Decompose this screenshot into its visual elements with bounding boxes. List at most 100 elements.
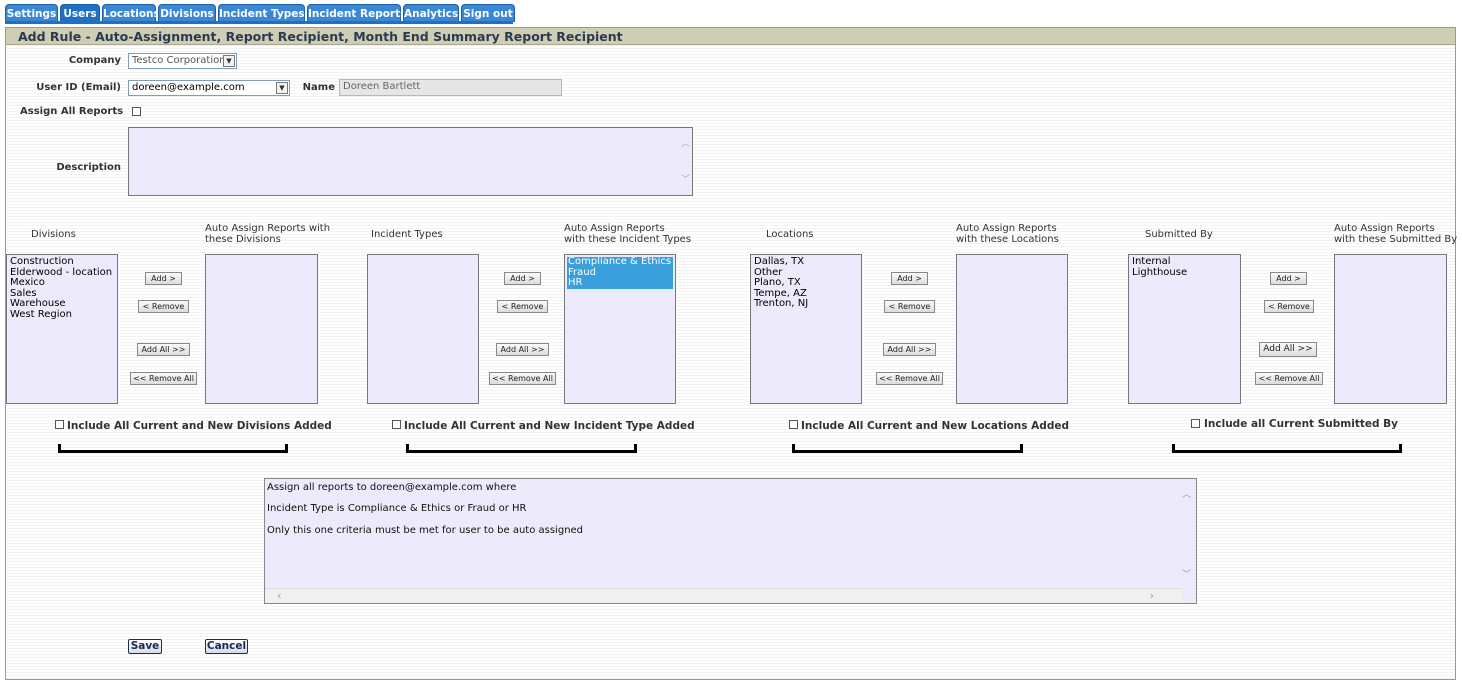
list-item[interactable]: Warehouse bbox=[10, 298, 114, 310]
divisions-bracket bbox=[58, 444, 288, 453]
submitted-by-remove-all-button[interactable]: << Remove All bbox=[1255, 372, 1323, 385]
divisions-add-all-button[interactable]: Add All >> bbox=[137, 343, 190, 356]
chevron-down-icon[interactable]: ﹀ bbox=[1182, 567, 1191, 580]
list-item[interactable]: Lighthouse bbox=[1132, 267, 1237, 279]
locations-add-button[interactable]: Add > bbox=[891, 272, 928, 285]
locations-remove-all-button[interactable]: << Remove All bbox=[876, 372, 943, 385]
submitted-by-bracket bbox=[1172, 444, 1402, 453]
panel-title: Add Rule - Auto-Assignment, Report Recip… bbox=[18, 29, 623, 44]
list-item[interactable]: Internal bbox=[1132, 256, 1237, 268]
rule-summary-textarea[interactable]: Assign all reports to doreen@example.com… bbox=[264, 478, 1197, 604]
panel-header: Add Rule - Auto-Assignment, Report Recip… bbox=[6, 28, 1455, 45]
company-select[interactable]: Testco Corporation ▼ bbox=[128, 53, 237, 69]
save-button[interactable]: Save bbox=[128, 639, 162, 654]
list-item[interactable]: Trenton, NJ bbox=[754, 298, 858, 310]
list-item[interactable]: Construction bbox=[10, 256, 114, 268]
tab-incident-types[interactable]: Incident Types bbox=[218, 4, 305, 22]
incident-types-assigned-heading-line2: with these Incident Types bbox=[564, 234, 692, 245]
name-field[interactable]: Doreen Bartlett bbox=[339, 79, 562, 96]
locations-add-all-button[interactable]: Add All >> bbox=[883, 343, 936, 356]
submitted-by-add-all-button[interactable]: Add All >> bbox=[1259, 342, 1317, 357]
locations-available-list[interactable]: Dallas, TX Other Plano, TX Tempe, AZ Tre… bbox=[750, 254, 862, 404]
chevron-left-icon[interactable]: ‹ bbox=[277, 589, 281, 602]
incident-types-assigned-list[interactable]: Compliance & Ethics Fraud HR bbox=[564, 254, 676, 404]
locations-assigned-heading-line2: with these Locations bbox=[956, 234, 1059, 245]
divisions-remove-all-button[interactable]: << Remove All bbox=[130, 372, 197, 385]
tab-incident-reports[interactable]: Incident Reports bbox=[307, 4, 406, 22]
chevron-up-icon[interactable]: ︿ bbox=[681, 136, 690, 149]
summary-line-1: Assign all reports to doreen@example.com… bbox=[267, 482, 517, 493]
include-all-incident-types-label: Include All Current and New Incident Typ… bbox=[404, 420, 695, 432]
incident-types-add-all-button[interactable]: Add All >> bbox=[496, 343, 549, 356]
chevron-right-icon[interactable]: › bbox=[1150, 589, 1154, 602]
chevron-up-icon[interactable]: ︿ bbox=[1182, 487, 1191, 500]
incident-types-remove-all-button[interactable]: << Remove All bbox=[489, 372, 556, 385]
incident-types-heading: Incident Types bbox=[371, 229, 443, 240]
tab-locations[interactable]: Locations bbox=[102, 4, 160, 22]
include-all-locations-label: Include All Current and New Locations Ad… bbox=[801, 420, 1069, 432]
user-id-select[interactable]: doreen@example.com ▼ bbox=[128, 80, 290, 96]
include-all-incident-types-checkbox[interactable] bbox=[392, 420, 401, 429]
include-all-submitted-by-label: Include all Current Submitted By bbox=[1204, 418, 1398, 430]
list-item[interactable]: Dallas, TX bbox=[754, 256, 858, 268]
chevron-down-icon: ▼ bbox=[276, 82, 288, 94]
locations-assigned-heading: Auto Assign Reports with these Locations bbox=[956, 223, 1059, 245]
submitted-by-assigned-list[interactable] bbox=[1334, 254, 1447, 404]
divisions-remove-button[interactable]: < Remove bbox=[138, 300, 189, 313]
chevron-down-icon[interactable]: ﹀ bbox=[681, 172, 690, 185]
list-item[interactable]: West Region bbox=[10, 309, 114, 321]
include-all-locations-checkbox[interactable] bbox=[789, 420, 798, 429]
include-all-divisions-checkbox[interactable] bbox=[55, 420, 64, 429]
list-item[interactable]: Plano, TX bbox=[754, 277, 858, 289]
incident-types-assigned-heading: Auto Assign Reports with these Incident … bbox=[564, 223, 691, 245]
name-label: Name bbox=[302, 82, 335, 93]
divisions-add-button[interactable]: Add > bbox=[145, 272, 182, 285]
incident-types-add-button[interactable]: Add > bbox=[504, 272, 541, 285]
divisions-assigned-list[interactable] bbox=[205, 254, 318, 404]
tab-settings[interactable]: Settings bbox=[5, 4, 58, 22]
assign-all-checkbox[interactable] bbox=[132, 107, 141, 116]
locations-assigned-heading-line1: Auto Assign Reports bbox=[956, 223, 1057, 234]
submitted-by-available-list[interactable]: Internal Lighthouse bbox=[1128, 254, 1241, 404]
locations-heading: Locations bbox=[766, 229, 814, 240]
incident-types-available-list[interactable] bbox=[367, 254, 479, 404]
description-label: Description bbox=[56, 162, 121, 173]
tab-users[interactable]: Users bbox=[60, 4, 100, 22]
tab-analytics[interactable]: Analytics bbox=[403, 4, 459, 22]
summary-line-3: Only this one criteria must be met for u… bbox=[267, 525, 584, 536]
tab-underline bbox=[5, 21, 513, 24]
company-select-value: Testco Corporation bbox=[132, 55, 226, 66]
incident-types-remove-button[interactable]: < Remove bbox=[497, 300, 548, 313]
include-all-submitted-by-checkbox[interactable] bbox=[1191, 419, 1200, 428]
user-id-label: User ID (Email) bbox=[36, 82, 121, 93]
list-item[interactable]: Mexico bbox=[10, 277, 114, 289]
incident-types-bracket bbox=[406, 444, 637, 453]
submitted-by-add-button[interactable]: Add > bbox=[1270, 272, 1307, 285]
submitted-by-assigned-heading-line1: Auto Assign Reports bbox=[1334, 223, 1435, 234]
tab-sign-out[interactable]: Sign out bbox=[461, 4, 515, 22]
assign-all-label: Assign All Reports bbox=[20, 106, 124, 117]
submitted-by-heading: Submitted By bbox=[1145, 229, 1213, 240]
user-id-select-value: doreen@example.com bbox=[132, 82, 245, 93]
tab-divisions[interactable]: Divisions bbox=[158, 4, 216, 22]
divisions-assigned-heading-line2: these Divisions bbox=[205, 234, 281, 245]
summary-line-2: Incident Type is Compliance & Ethics or … bbox=[267, 503, 527, 514]
divisions-available-list[interactable]: Construction Elderwood - location Mexico… bbox=[6, 254, 118, 404]
locations-remove-button[interactable]: < Remove bbox=[884, 300, 935, 313]
chevron-down-icon: ▼ bbox=[223, 55, 235, 67]
list-item[interactable]: Fraud bbox=[567, 267, 673, 278]
submitted-by-assigned-heading-line2: with these Submitted By bbox=[1334, 234, 1458, 245]
locations-bracket bbox=[792, 444, 1023, 453]
divisions-heading: Divisions bbox=[31, 229, 76, 240]
incident-types-assigned-heading-line1: Auto Assign Reports bbox=[564, 223, 665, 234]
locations-assigned-list[interactable] bbox=[956, 254, 1068, 404]
description-textarea[interactable]: ︿ ﹀ bbox=[128, 127, 693, 196]
submitted-by-assigned-heading: Auto Assign Reports with these Submitted… bbox=[1334, 223, 1457, 245]
company-label: Company bbox=[68, 55, 121, 66]
list-item[interactable]: HR bbox=[567, 277, 673, 289]
submitted-by-remove-button[interactable]: < Remove bbox=[1264, 300, 1314, 313]
list-item[interactable]: Compliance & Ethics bbox=[567, 256, 673, 268]
horizontal-scrollbar[interactable]: ‹ › bbox=[265, 588, 1182, 603]
cancel-button[interactable]: Cancel bbox=[205, 639, 248, 654]
include-all-divisions-label: Include All Current and New Divisions Ad… bbox=[67, 420, 332, 432]
